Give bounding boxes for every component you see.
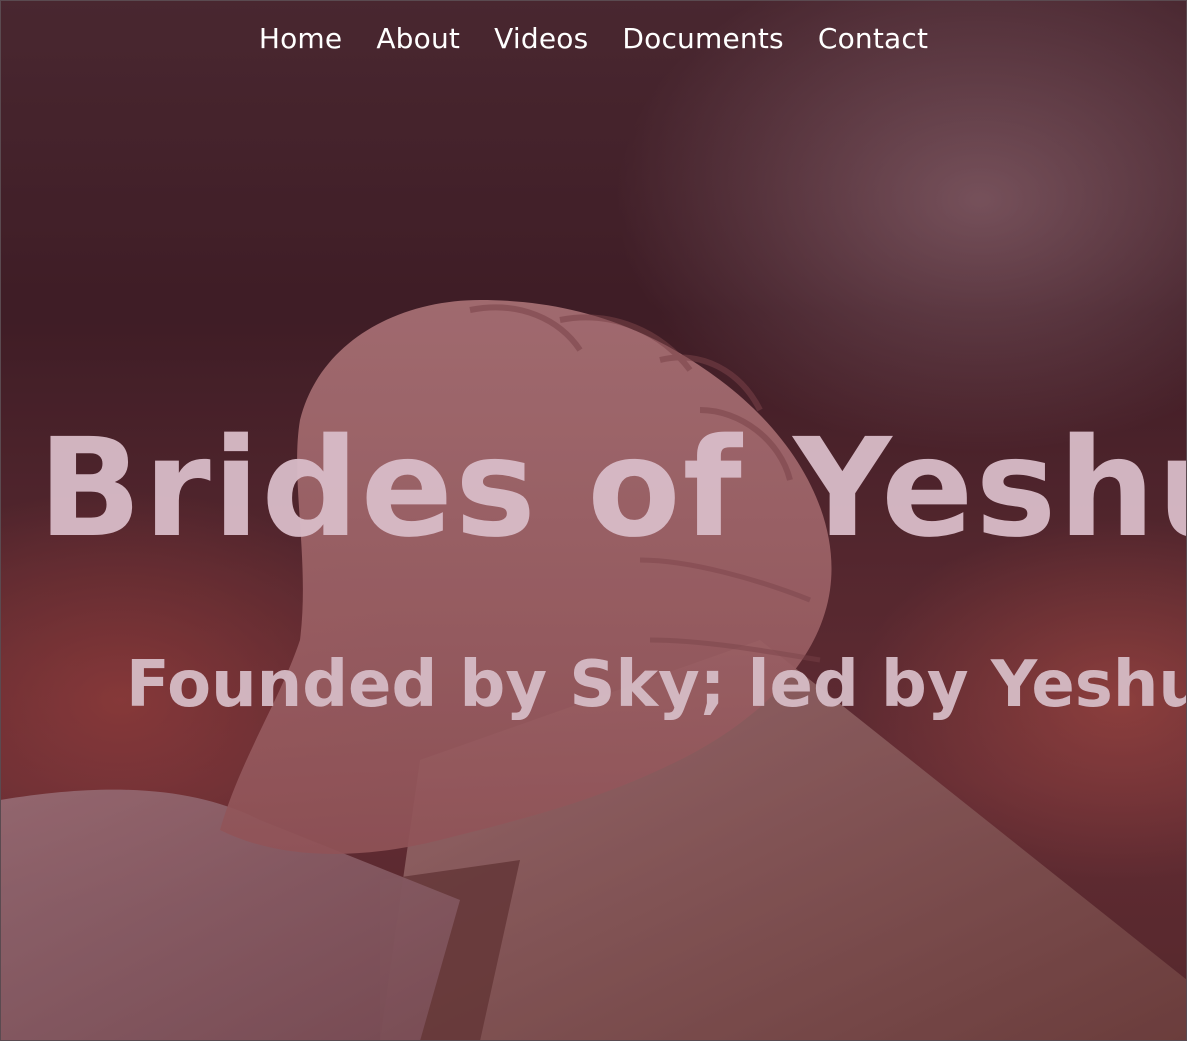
nav-home-link[interactable]: Home — [259, 22, 343, 55]
nav-contact-link[interactable]: Contact — [818, 22, 928, 55]
hero-subtitle: Founded by Sky; led by Yeshua — [126, 648, 1187, 722]
main-nav: Home About Videos Documents Contact — [0, 22, 1187, 55]
nav-documents-link[interactable]: Documents — [622, 22, 783, 55]
nav-videos-link[interactable]: Videos — [494, 22, 588, 55]
hero-title: Brides of Yeshua — [38, 410, 1187, 568]
hero-section: Home About Videos Documents Contact Brid… — [0, 0, 1187, 1041]
nav-about-link[interactable]: About — [376, 22, 460, 55]
